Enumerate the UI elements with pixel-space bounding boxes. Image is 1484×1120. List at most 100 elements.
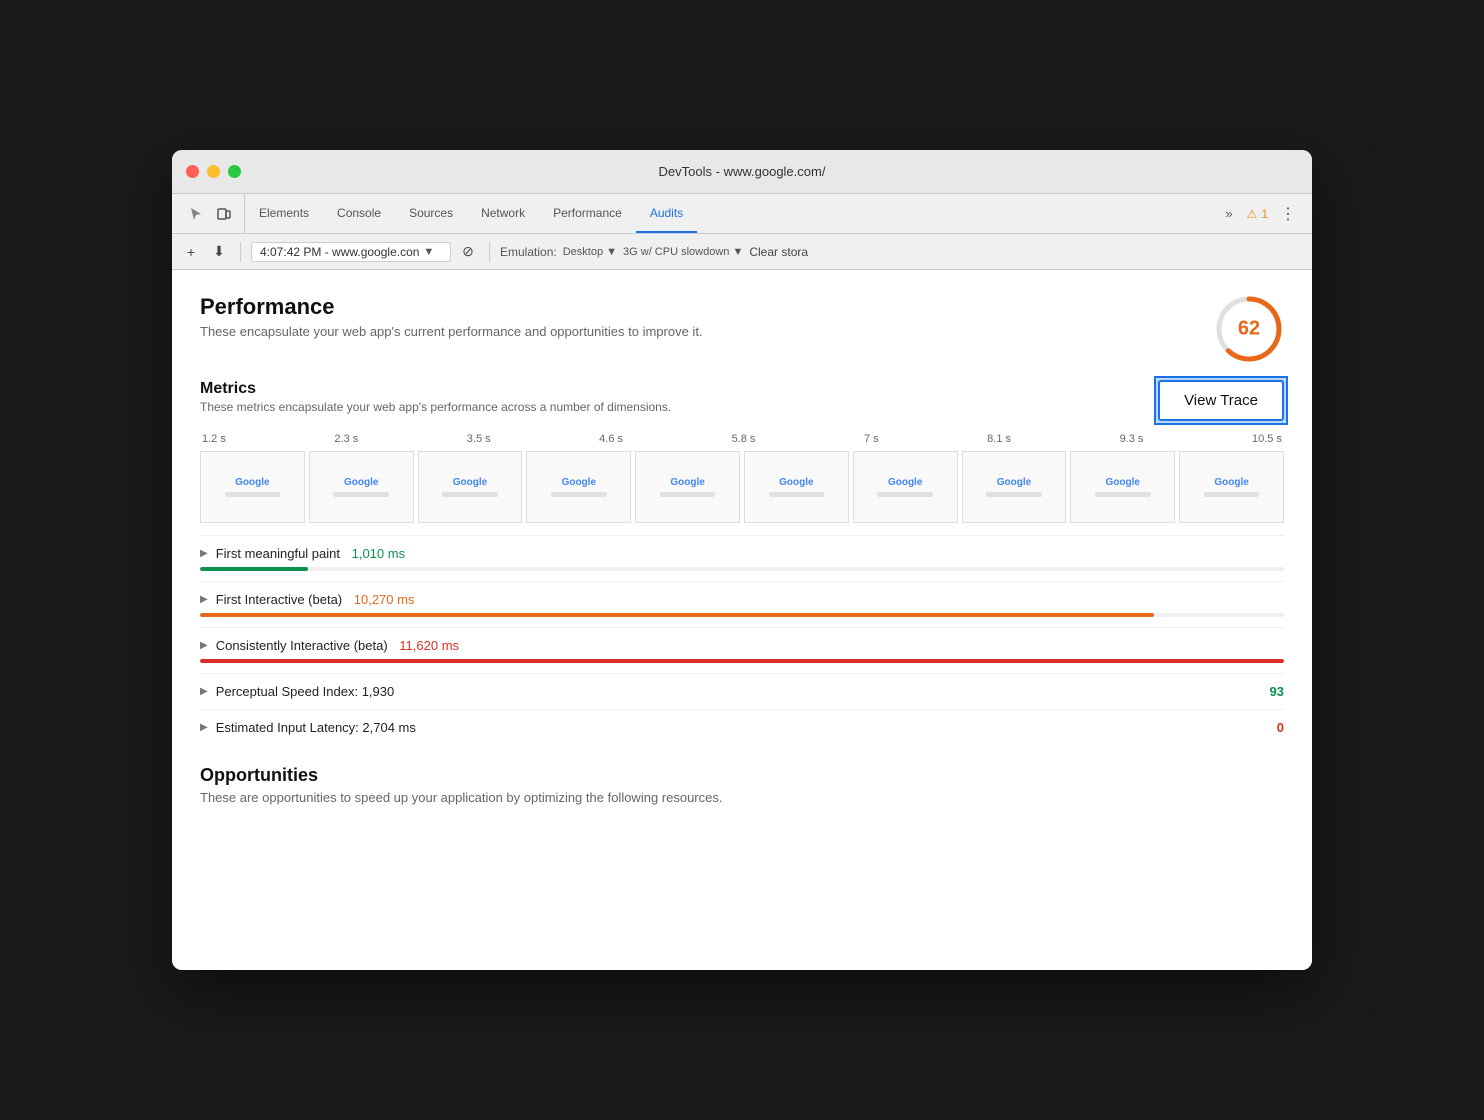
devtools-icons xyxy=(176,194,245,233)
metric-value-ci: 11,620 ms xyxy=(396,638,459,653)
metric-score-psi: 93 xyxy=(1270,684,1284,699)
kebab-menu-icon[interactable]: ⋮ xyxy=(1276,204,1300,224)
opportunities-section: Opportunities These are opportunities to… xyxy=(200,765,1284,805)
metric-row-eil: ▶ Estimated Input Latency: 2,704 ms 0 xyxy=(200,709,1284,745)
maximize-button[interactable] xyxy=(228,165,241,178)
metric-header-ci: ▶ Consistently Interactive (beta) 11,620… xyxy=(200,638,1284,653)
metric-score-eil: 0 xyxy=(1277,720,1284,735)
tab-bar: Elements Console Sources Network Perform… xyxy=(172,194,1312,234)
cursor-icon[interactable] xyxy=(184,202,208,226)
metric-row-fmp: ▶ First meaningful paint 1,010 ms xyxy=(200,535,1284,581)
screenshot-frame: Google xyxy=(200,451,305,523)
screenshot-frame: Google xyxy=(309,451,414,523)
screenshot-google-logo: Google xyxy=(562,477,596,488)
screenshot-frame: Google xyxy=(635,451,740,523)
screenshot-search-bar xyxy=(1204,492,1260,497)
progress-bar-ci xyxy=(200,659,1284,663)
performance-title: Performance xyxy=(200,294,703,320)
window-title: DevTools - www.google.com/ xyxy=(659,164,826,179)
metrics-header: Metrics These metrics encapsulate your w… xyxy=(200,380,1284,421)
progress-fill-ci xyxy=(200,659,1284,663)
metric-name-eil: Estimated Input Latency: 2,704 ms xyxy=(216,720,416,735)
timeline-label-5: 7 s xyxy=(864,433,879,445)
tab-performance[interactable]: Performance xyxy=(539,194,636,233)
desktop-dropdown[interactable]: Desktop ▼ xyxy=(563,246,617,258)
opportunities-desc: These are opportunities to speed up your… xyxy=(200,790,1284,805)
window-controls xyxy=(186,165,241,178)
opportunities-title: Opportunities xyxy=(200,765,1284,786)
screenshot-frame: Google xyxy=(418,451,523,523)
progress-fill-fi xyxy=(200,613,1154,617)
metric-toggle-eil[interactable]: ▶ xyxy=(200,722,208,733)
timeline-label-6: 8.1 s xyxy=(987,433,1011,445)
score-value: 62 xyxy=(1238,318,1260,341)
progress-bar-fi xyxy=(200,613,1284,617)
metrics-desc: These metrics encapsulate your web app's… xyxy=(200,400,671,414)
url-dropdown-icon[interactable]: ▼ xyxy=(423,246,434,258)
metric-name-psi: Perceptual Speed Index: 1,930 xyxy=(216,684,395,699)
progress-bar-fmp xyxy=(200,567,1284,571)
metric-row-psi: ▶ Perceptual Speed Index: 1,930 93 xyxy=(200,673,1284,709)
tab-network[interactable]: Network xyxy=(467,194,539,233)
timeline-label-3: 4.6 s xyxy=(599,433,623,445)
device-toggle-icon[interactable] xyxy=(212,202,236,226)
emulation-label: Emulation: xyxy=(500,245,557,259)
minimize-button[interactable] xyxy=(207,165,220,178)
screenshot-google-logo: Google xyxy=(997,477,1031,488)
metric-toggle-fmp[interactable]: ▶ xyxy=(200,548,208,559)
screenshot-search-bar xyxy=(225,492,281,497)
url-display[interactable]: 4:07:42 PM - www.google.con ▼ xyxy=(251,242,451,262)
metric-header-fi: ▶ First Interactive (beta) 10,270 ms xyxy=(200,592,1284,607)
throttle-dropdown[interactable]: 3G w/ CPU slowdown ▼ xyxy=(623,246,743,258)
screenshot-google-logo: Google xyxy=(1106,477,1140,488)
clear-storage-btn[interactable]: Clear stora xyxy=(749,245,808,259)
tabbar-extras: » ⚠ 1 ⋮ xyxy=(1211,194,1308,233)
screenshot-search-bar xyxy=(1095,492,1151,497)
metrics-title-block: Metrics These metrics encapsulate your w… xyxy=(200,380,671,414)
add-icon[interactable]: + xyxy=(180,241,202,263)
tab-sources[interactable]: Sources xyxy=(395,194,467,233)
audit-toolbar: + ⬇ 4:07:42 PM - www.google.con ▼ ⊘ Emul… xyxy=(172,234,1312,270)
close-button[interactable] xyxy=(186,165,199,178)
screenshot-frame: Google xyxy=(1070,451,1175,523)
timeline: 1.2 s 2.3 s 3.5 s 4.6 s 5.8 s 7 s 8.1 s … xyxy=(200,433,1284,523)
score-circle: 62 xyxy=(1214,294,1284,364)
metrics-title: Metrics xyxy=(200,380,671,398)
screenshot-google-logo: Google xyxy=(235,477,269,488)
screenshot-search-bar xyxy=(551,492,607,497)
screenshot-google-logo: Google xyxy=(1214,477,1248,488)
timeline-labels: 1.2 s 2.3 s 3.5 s 4.6 s 5.8 s 7 s 8.1 s … xyxy=(200,433,1284,445)
screenshot-google-logo: Google xyxy=(344,477,378,488)
screenshot-google-logo: Google xyxy=(453,477,487,488)
screenshot-google-logo: Google xyxy=(779,477,813,488)
screenshot-frame: Google xyxy=(962,451,1067,523)
screenshot-frame: Google xyxy=(1179,451,1284,523)
devtools-window: DevTools - www.google.com/ Elements Cons… xyxy=(172,150,1312,970)
more-tabs-button[interactable]: » xyxy=(1219,204,1238,223)
timeline-label-0: 1.2 s xyxy=(202,433,226,445)
metric-toggle-ci[interactable]: ▶ xyxy=(200,640,208,651)
metric-row-ci: ▶ Consistently Interactive (beta) 11,620… xyxy=(200,627,1284,673)
timeline-label-4: 5.8 s xyxy=(732,433,756,445)
screenshot-frame: Google xyxy=(744,451,849,523)
tab-audits[interactable]: Audits xyxy=(636,194,697,233)
performance-header: Performance These encapsulate your web a… xyxy=(200,294,1284,364)
metric-header-eil: ▶ Estimated Input Latency: 2,704 ms 0 xyxy=(200,720,1284,735)
download-icon[interactable]: ⬇ xyxy=(208,241,230,263)
screenshot-frame: Google xyxy=(853,451,958,523)
metric-toggle-fi[interactable]: ▶ xyxy=(200,594,208,605)
warning-badge: ⚠ 1 xyxy=(1247,207,1268,221)
screenshot-search-bar xyxy=(333,492,389,497)
timeline-label-2: 3.5 s xyxy=(467,433,491,445)
timeline-label-1: 2.3 s xyxy=(334,433,358,445)
metrics-section: Metrics These metrics encapsulate your w… xyxy=(200,380,1284,745)
tab-elements[interactable]: Elements xyxy=(245,194,323,233)
metric-header-psi: ▶ Perceptual Speed Index: 1,930 93 xyxy=(200,684,1284,699)
url-text: 4:07:42 PM - www.google.con xyxy=(260,245,419,259)
metric-toggle-psi[interactable]: ▶ xyxy=(200,686,208,697)
tab-console[interactable]: Console xyxy=(323,194,395,233)
screenshot-google-logo: Google xyxy=(888,477,922,488)
block-icon[interactable]: ⊘ xyxy=(457,241,479,263)
screenshot-search-bar xyxy=(442,492,498,497)
view-trace-button[interactable]: View Trace xyxy=(1158,380,1284,421)
